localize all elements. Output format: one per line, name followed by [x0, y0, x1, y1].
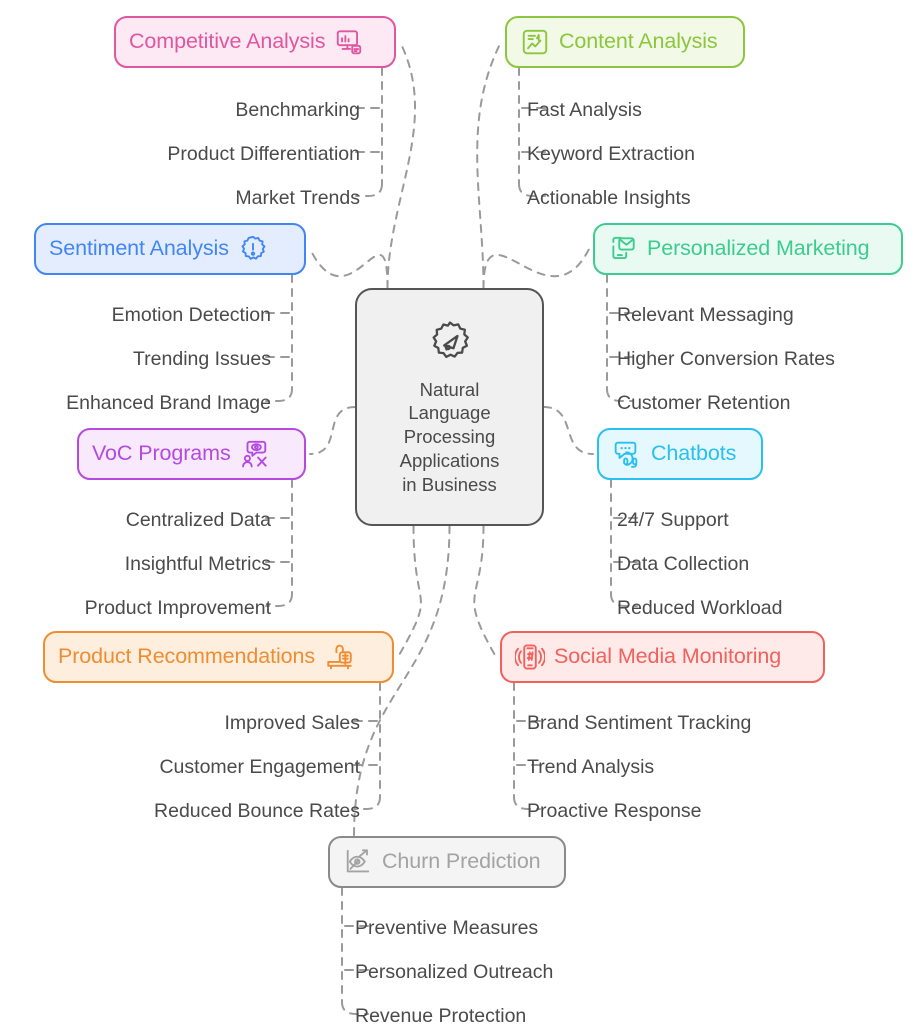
- leaf-item: Improved Sales: [224, 712, 360, 734]
- branch-label-personalized-marketing: Personalized Marketing: [647, 236, 870, 261]
- edge: [482, 248, 590, 289]
- branch-label-sentiment-analysis: Sentiment Analysis: [49, 236, 229, 261]
- leaf-item: Trending Issues: [132, 348, 271, 370]
- leaf-item: Centralized Data: [125, 509, 271, 531]
- leaf-item: Proactive Response: [527, 800, 702, 822]
- edge: [386, 41, 416, 289]
- voice-of-customer-icon: [240, 439, 270, 469]
- edge: [397, 525, 422, 658]
- leaf-item: Customer Retention: [617, 392, 791, 414]
- leaf-item: Personalized Outreach: [355, 961, 554, 983]
- shopping-basket-icon: [324, 642, 354, 672]
- leaf-item: Customer Engagement: [159, 756, 360, 778]
- branch-label-content-analysis: Content Analysis: [559, 29, 718, 54]
- leaf-item: Keyword Extraction: [527, 143, 695, 165]
- leaf-item: Insightful Metrics: [124, 553, 271, 575]
- leaf-item: Brand Sentiment Tracking: [527, 712, 752, 734]
- mindmap-canvas: Natural Language Processing Applications…: [0, 0, 912, 1026]
- alert-badge-icon: [238, 234, 268, 264]
- leaf-item: Relevant Messaging: [617, 304, 794, 326]
- monitor-chart-icon: [334, 27, 364, 57]
- branch-label-chatbots: Chatbots: [651, 441, 737, 466]
- leaf-item: Product Improvement: [84, 597, 271, 619]
- branch-node-chatbots[interactable]: Chatbots: [597, 428, 763, 480]
- leaf-item: Data Collection: [617, 553, 750, 575]
- center-title: Natural Language Processing Applications…: [399, 378, 500, 495]
- branch-label-product-recommendations: Product Recommendations: [58, 644, 316, 669]
- hashtag-phone-icon: [515, 642, 545, 672]
- branch-label-voc-programs: VoC Programs: [92, 441, 231, 466]
- eye-trend-icon: [343, 847, 373, 877]
- edge: [476, 41, 502, 289]
- leaf-item: Reduced Workload: [617, 597, 783, 619]
- leaf-item: Preventive Measures: [355, 917, 539, 939]
- leaf-item: 24/7 Support: [617, 509, 729, 531]
- edge: [473, 525, 497, 658]
- document-chart-icon: [520, 27, 550, 57]
- leaf-item: Trend Analysis: [527, 756, 655, 778]
- leaf-item: Emotion Detection: [111, 304, 271, 326]
- edge: [309, 248, 389, 289]
- branch-node-voc-programs[interactable]: VoC Programs: [77, 428, 306, 480]
- leaf-item: Reduced Bounce Rates: [154, 800, 360, 822]
- branch-label-competitive-analysis: Competitive Analysis: [129, 29, 326, 54]
- leaf-item: Product Differentiation: [167, 143, 360, 165]
- center-node[interactable]: Natural Language Processing Applications…: [355, 288, 544, 526]
- branch-node-churn-prediction[interactable]: Churn Prediction: [328, 836, 566, 888]
- branch-node-sentiment-analysis[interactable]: Sentiment Analysis: [34, 223, 306, 275]
- leaf-item: Fast Analysis: [527, 99, 642, 121]
- branch-node-social-media-monitoring[interactable]: Social Media Monitoring: [500, 631, 825, 683]
- branch-node-product-recommendations[interactable]: Product Recommendations: [43, 631, 394, 683]
- leaf-item: Higher Conversion Rates: [617, 348, 835, 370]
- edge: [543, 406, 594, 455]
- edge: [309, 406, 356, 455]
- megaphone-badge-icon: [424, 318, 476, 370]
- leaf-item: Actionable Insights: [527, 187, 691, 209]
- leaf-item: Market Trends: [235, 187, 360, 209]
- branch-node-content-analysis[interactable]: Content Analysis: [505, 16, 745, 68]
- branch-label-social-media-monitoring: Social Media Monitoring: [554, 644, 782, 669]
- mobile-mail-icon: [608, 234, 638, 264]
- chat-headset-icon: [612, 439, 642, 469]
- branch-node-competitive-analysis[interactable]: Competitive Analysis: [114, 16, 396, 68]
- leaf-item: Benchmarking: [235, 99, 360, 121]
- leaf-item: Enhanced Brand Image: [66, 392, 271, 414]
- branch-label-churn-prediction: Churn Prediction: [382, 849, 541, 874]
- branch-node-personalized-marketing[interactable]: Personalized Marketing: [593, 223, 903, 275]
